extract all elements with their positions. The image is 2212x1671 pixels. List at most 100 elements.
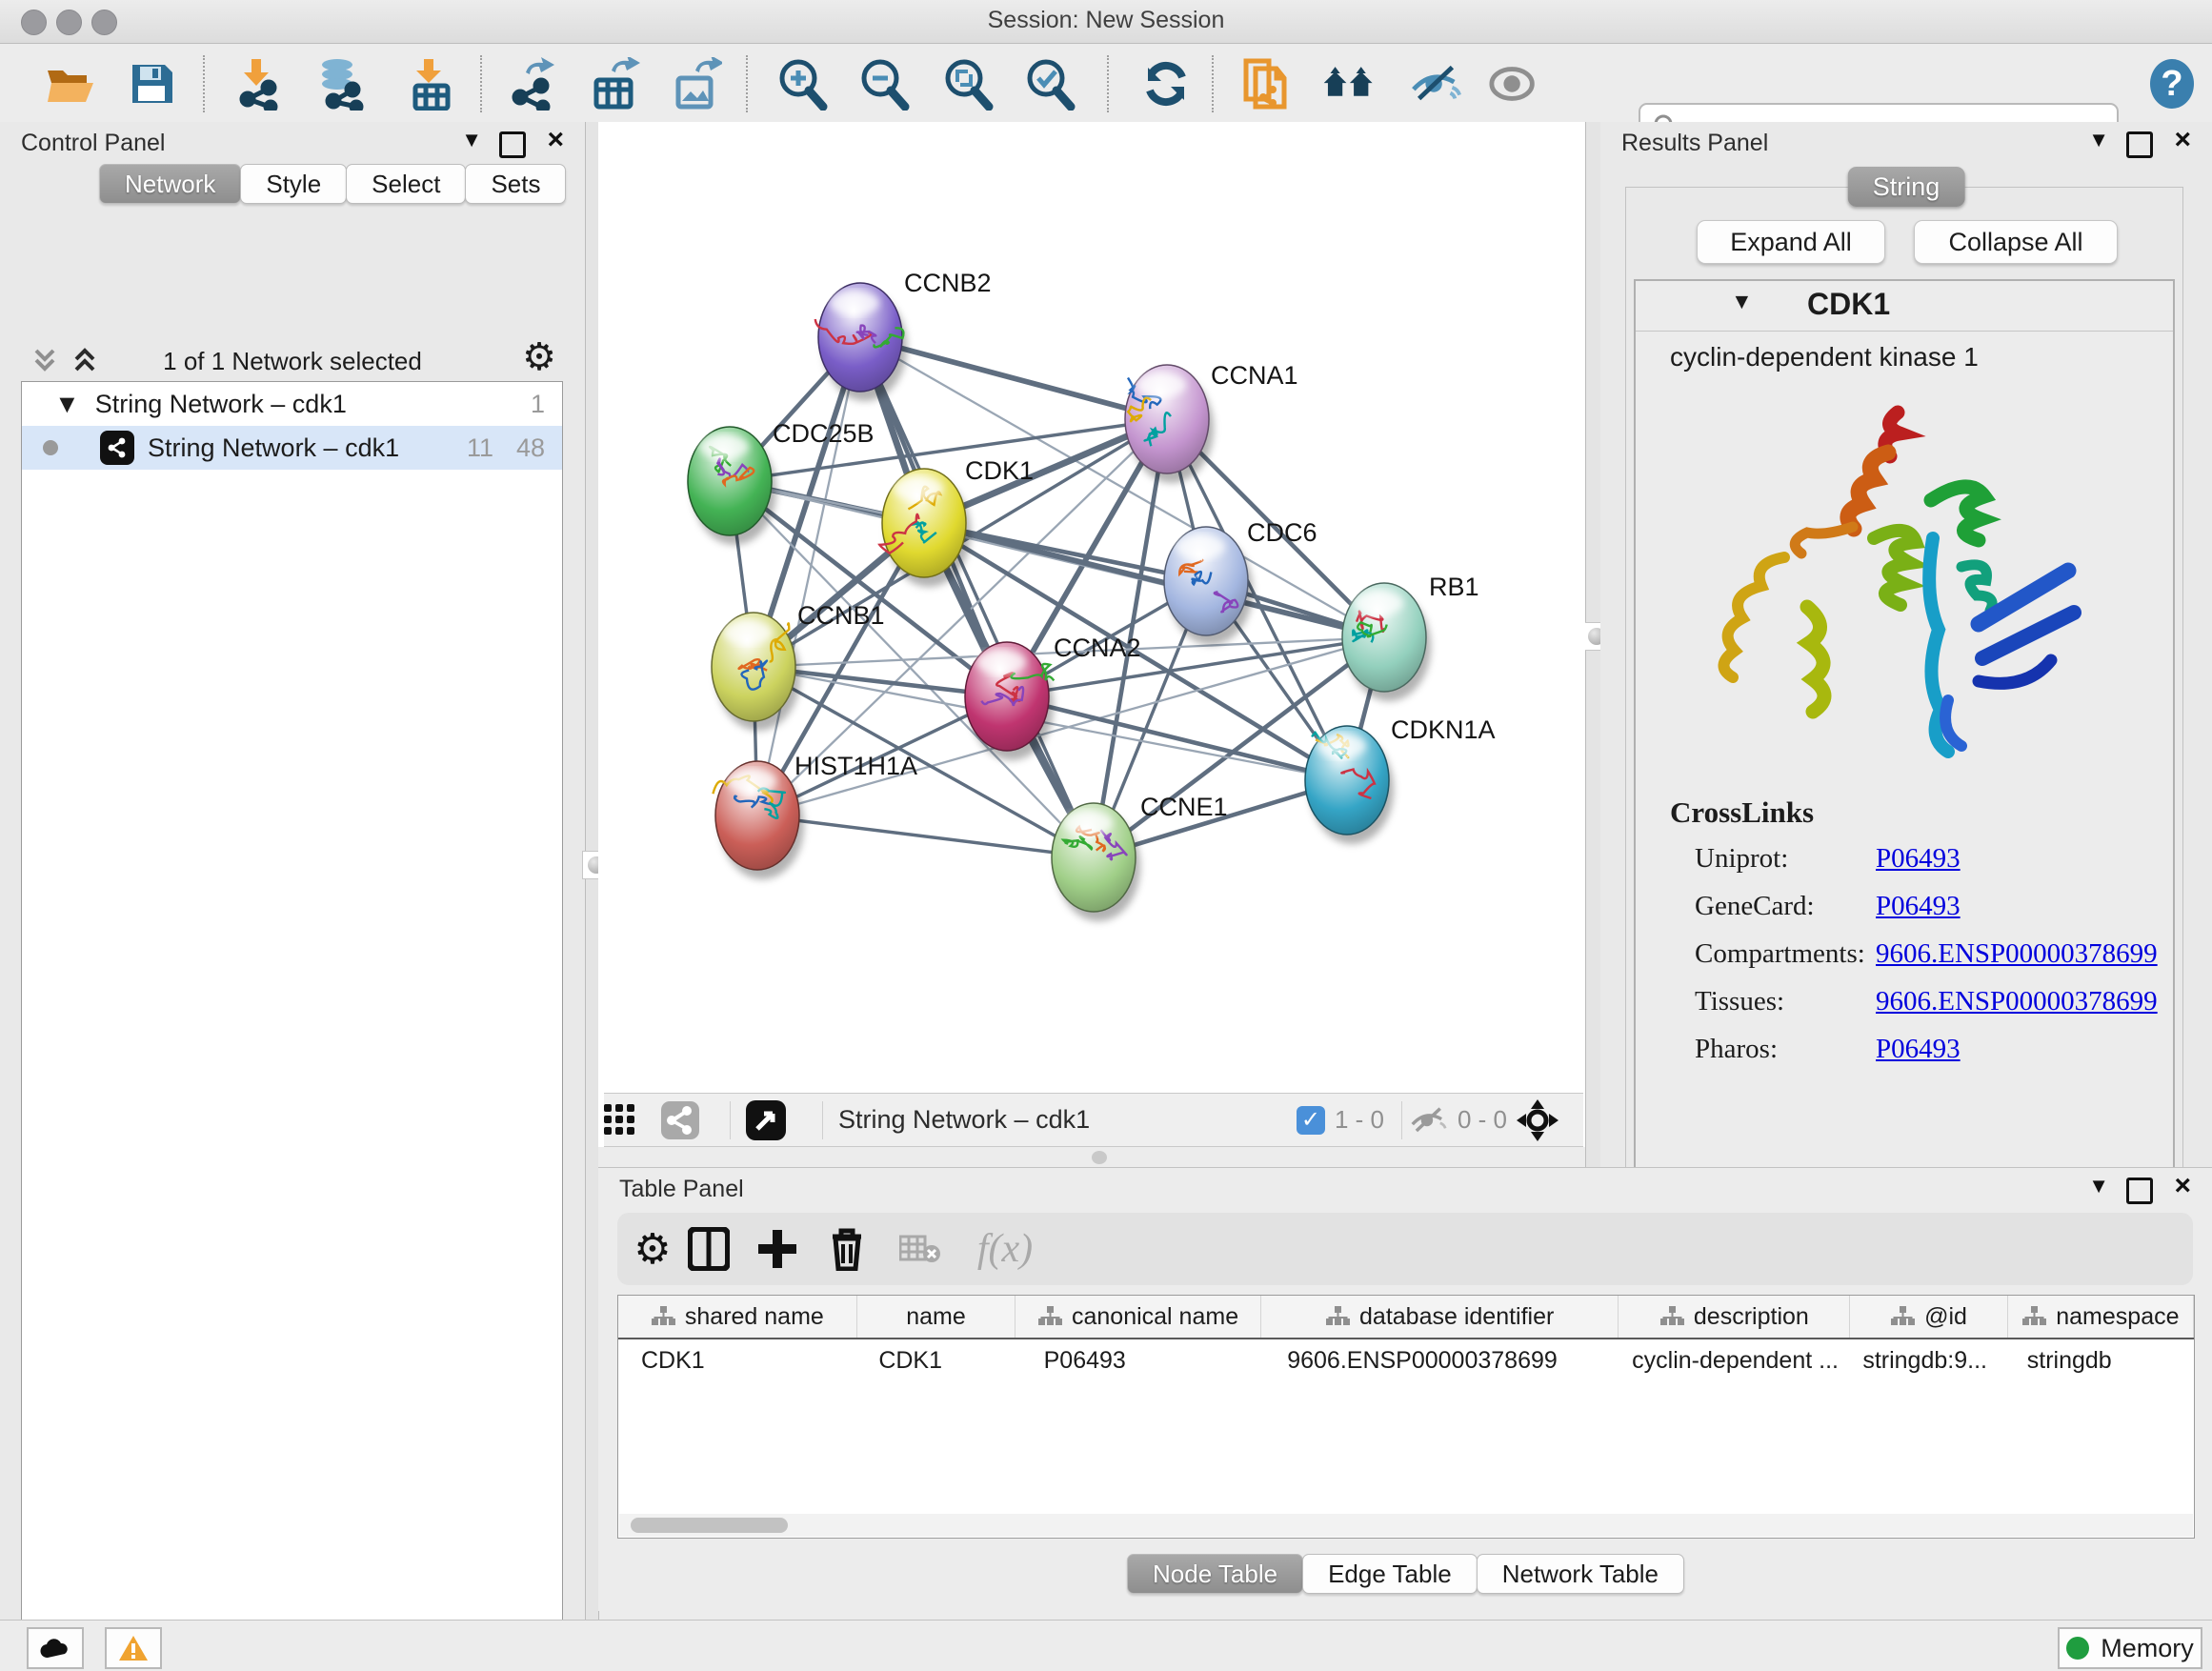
- table-cell[interactable]: 9606.ENSP00000378699: [1264, 1339, 1609, 1381]
- left-splitter[interactable]: [585, 122, 599, 1620]
- copy-style-icon[interactable]: [1238, 57, 1292, 111]
- open-session-icon[interactable]: [44, 57, 97, 111]
- column-header-namespace[interactable]: namespace: [2008, 1296, 2194, 1338]
- expand-all-button[interactable]: Expand All: [1697, 220, 1885, 264]
- float-panel-icon[interactable]: ▼: [2088, 128, 2109, 152]
- delete-table-icon[interactable]: [899, 1233, 970, 1265]
- table-cell[interactable]: stringdb:9...: [1840, 1339, 2003, 1381]
- crosslink-link[interactable]: P06493: [1876, 1034, 1961, 1065]
- crosslink-link[interactable]: 9606.ENSP00000378699: [1876, 938, 2158, 970]
- table-cell[interactable]: CDK1: [618, 1339, 855, 1381]
- maximize-panel-icon[interactable]: [2126, 131, 2153, 165]
- cloud-status-button[interactable]: [27, 1627, 84, 1669]
- table-cell[interactable]: P06493: [1021, 1339, 1265, 1381]
- table-cell[interactable]: cyclin-dependent ...: [1609, 1339, 1840, 1381]
- graph-node-CDC6[interactable]: [1164, 527, 1253, 645]
- table-panel-title: Table Panel: [619, 1176, 744, 1203]
- column-header-name[interactable]: name: [857, 1296, 1016, 1338]
- graph-node-CCNE1[interactable]: [1052, 803, 1140, 921]
- table-hscrollbar[interactable]: [619, 1514, 2193, 1537]
- show-hidden-eye-icon[interactable]: [1488, 57, 1541, 111]
- table-cell[interactable]: CDK1: [855, 1339, 1020, 1381]
- maximize-panel-icon[interactable]: [499, 131, 526, 165]
- tab-node-table[interactable]: Node Table: [1127, 1554, 1303, 1594]
- tab-edge-table[interactable]: Edge Table: [1302, 1554, 1478, 1594]
- table-cell[interactable]: stringdb: [2004, 1339, 2194, 1381]
- table-toolbar: ⚙ f(x): [617, 1213, 2193, 1285]
- hidden-eye-icon[interactable]: [1410, 1104, 1448, 1137]
- right-splitter[interactable]: [1585, 122, 1601, 1167]
- horizontal-splitter[interactable]: [598, 1147, 1585, 1167]
- graph-node-CCNA2[interactable]: [965, 642, 1054, 760]
- network-canvas[interactable]: CCNB2CCNA1CDC25BCDK1CDC6RB1CCNB1CCNA2HIS…: [598, 122, 1585, 1167]
- svg-text:?: ?: [2161, 64, 2182, 104]
- close-panel-icon[interactable]: ×: [2174, 130, 2191, 151]
- grid-view-icon[interactable]: [604, 1104, 661, 1137]
- show-columns-icon[interactable]: [688, 1227, 758, 1271]
- pan-mode-icon[interactable]: [1517, 1099, 1583, 1141]
- first-neighbors-icon[interactable]: [1322, 57, 1376, 111]
- zoom-fit-icon[interactable]: [941, 57, 995, 111]
- column-header-database-identifier[interactable]: database identifier: [1261, 1296, 1619, 1338]
- zoom-out-icon[interactable]: [857, 57, 911, 111]
- crosslink-link[interactable]: P06493: [1876, 891, 1961, 922]
- refresh-icon[interactable]: [1139, 57, 1193, 111]
- graph-edge: [757, 337, 860, 815]
- import-table-icon[interactable]: [404, 57, 457, 111]
- import-network-icon[interactable]: [231, 57, 284, 111]
- export-table-icon[interactable]: [589, 57, 642, 111]
- import-database-icon[interactable]: [314, 57, 368, 111]
- close-panel-icon[interactable]: ×: [2174, 1176, 2191, 1197]
- crosslink-link[interactable]: P06493: [1876, 843, 1961, 875]
- table-row[interactable]: CDK1CDK1P064939606.ENSP00000378699cyclin…: [618, 1339, 2194, 1381]
- graph-node-CDKN1A[interactable]: [1305, 726, 1394, 844]
- gene-symbol: CDK1: [1807, 287, 1890, 322]
- save-session-icon[interactable]: [125, 57, 178, 111]
- help-icon[interactable]: ?: [2145, 57, 2199, 111]
- zoom-selected-icon[interactable]: [1023, 57, 1076, 111]
- collapse-all-button[interactable]: Collapse All: [1914, 220, 2118, 264]
- column-header-shared-name[interactable]: shared name: [618, 1296, 857, 1338]
- hide-selected-eye-icon[interactable]: [1410, 57, 1463, 111]
- graph-node-CCNB2[interactable]: [815, 283, 907, 401]
- close-panel-icon[interactable]: ×: [547, 130, 564, 151]
- maximize-panel-icon[interactable]: [2126, 1178, 2153, 1211]
- network-column-icon: [1325, 1305, 1350, 1328]
- tab-sets[interactable]: Sets: [465, 164, 566, 204]
- gene-collapse-caret[interactable]: ▼: [1731, 289, 1753, 314]
- tab-string[interactable]: String: [1848, 167, 1965, 207]
- network-row-selected[interactable]: String Network – cdk1 11 48: [22, 426, 562, 470]
- column-header--id[interactable]: @id: [1850, 1296, 2008, 1338]
- float-panel-icon[interactable]: ▼: [2088, 1174, 2109, 1198]
- graph-node-CDK1[interactable]: [879, 469, 971, 587]
- warning-status-button[interactable]: [105, 1627, 162, 1669]
- column-header-description[interactable]: description: [1619, 1296, 1850, 1338]
- crosslink-link[interactable]: 9606.ENSP00000378699: [1876, 986, 2158, 1017]
- graph-node-RB1[interactable]: [1342, 583, 1431, 701]
- function-builder-icon[interactable]: f(x): [970, 1226, 1040, 1272]
- network-view-title: String Network – cdk1: [838, 1105, 1090, 1135]
- network-collection-row[interactable]: ▼ String Network – cdk1 1: [22, 382, 562, 426]
- column-header-canonical-name[interactable]: canonical name: [1016, 1296, 1261, 1338]
- birdseye-view-icon[interactable]: [746, 1100, 807, 1140]
- selected-checkbox-icon[interactable]: ✓: [1297, 1106, 1325, 1135]
- table-options-gear-icon[interactable]: ⚙: [617, 1225, 688, 1274]
- add-column-icon[interactable]: [758, 1230, 829, 1268]
- delete-column-icon[interactable]: [829, 1227, 899, 1271]
- tab-network[interactable]: Network: [99, 164, 241, 204]
- network-options-gear-icon[interactable]: ⚙: [522, 335, 556, 379]
- share-view-icon[interactable]: [661, 1101, 714, 1139]
- node-label: CCNB2: [904, 269, 992, 297]
- zoom-in-icon[interactable]: [775, 57, 829, 111]
- graph-node-HIST1H1A[interactable]: [713, 761, 804, 879]
- graph-node-CCNB1[interactable]: [712, 613, 800, 731]
- export-network-icon[interactable]: [507, 57, 560, 111]
- collection-caret-icon[interactable]: ▼: [54, 390, 80, 419]
- column-header-label: @id: [1924, 1303, 1967, 1331]
- memory-button[interactable]: Memory: [2058, 1627, 2202, 1669]
- tab-style[interactable]: Style: [240, 164, 347, 204]
- tab-select[interactable]: Select: [346, 164, 466, 204]
- export-image-icon[interactable]: [671, 57, 724, 111]
- tab-network-table[interactable]: Network Table: [1477, 1554, 1684, 1594]
- float-panel-icon[interactable]: ▼: [461, 128, 482, 152]
